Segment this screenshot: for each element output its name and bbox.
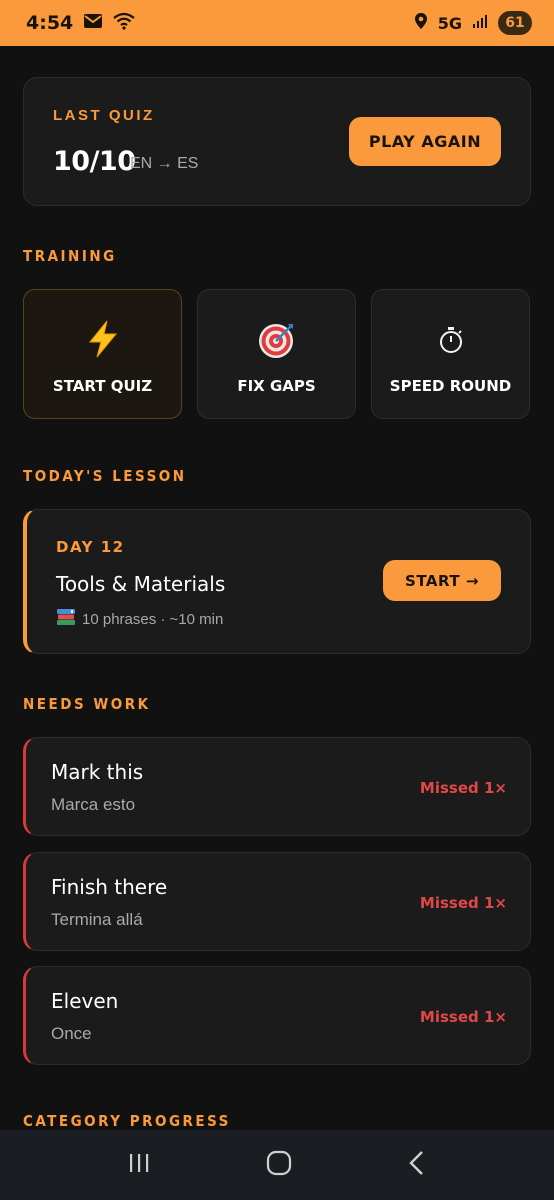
last-quiz-score: 10/10 xyxy=(53,146,136,177)
lesson-meta: 10 phrases · ~10 min xyxy=(56,608,223,630)
lesson-section-title: TODAY'S LESSON xyxy=(23,467,187,485)
books-icon xyxy=(56,608,76,630)
needs-work-item[interactable]: Finish there Termina allá Missed 1× xyxy=(23,852,531,951)
last-quiz-card: LAST QUIZ 10/10 EN → ES PLAY AGAIN xyxy=(23,77,531,206)
category-progress-section-title: CATEGORY PROGRESS xyxy=(23,1112,231,1130)
lesson-title: Tools & Materials xyxy=(56,572,226,596)
training-section-title: TRAINING xyxy=(23,247,117,265)
wifi-icon xyxy=(113,12,135,35)
lesson-day: DAY 12 xyxy=(56,538,125,556)
last-quiz-label: LAST QUIZ xyxy=(53,107,155,124)
speed-round-tile[interactable]: SPEED ROUND xyxy=(371,289,530,419)
back-icon[interactable] xyxy=(407,1150,427,1181)
last-quiz-languages: EN → ES xyxy=(130,155,199,172)
status-time: 4:54 xyxy=(26,12,74,34)
home-icon[interactable] xyxy=(266,1150,292,1181)
needs-work-phrase: Eleven xyxy=(51,989,119,1013)
signal-icon xyxy=(472,13,488,34)
lesson-meta-text: 10 phrases · ~10 min xyxy=(82,610,224,628)
missed-count-badge: Missed 1× xyxy=(419,779,507,797)
target-icon xyxy=(198,320,355,360)
needs-work-phrase: Mark this xyxy=(51,760,144,784)
needs-work-translation: Once xyxy=(51,1024,92,1043)
location-icon xyxy=(414,12,428,35)
fix-gaps-tile[interactable]: FIX GAPS xyxy=(197,289,356,419)
needs-work-phrase: Finish there xyxy=(51,875,168,899)
lightning-icon xyxy=(24,320,181,358)
needs-work-item[interactable]: Mark this Marca esto Missed 1× xyxy=(23,737,531,836)
stopwatch-icon xyxy=(372,326,529,354)
start-lesson-button[interactable]: START → xyxy=(383,560,501,601)
play-again-button[interactable]: PLAY AGAIN xyxy=(349,117,501,166)
status-bar: 4:54 5G 61 xyxy=(0,0,554,46)
recent-apps-icon[interactable] xyxy=(127,1151,151,1180)
missed-count-badge: Missed 1× xyxy=(419,1008,507,1026)
needs-work-translation: Marca esto xyxy=(51,795,136,814)
needs-work-item[interactable]: Eleven Once Missed 1× xyxy=(23,966,531,1065)
mail-icon xyxy=(83,13,103,34)
network-type: 5G xyxy=(437,13,462,33)
missed-count-badge: Missed 1× xyxy=(419,894,507,912)
needs-work-translation: Termina allá xyxy=(51,910,143,929)
main-scroll-content[interactable]: LAST QUIZ 10/10 EN → ES PLAY AGAIN TRAIN… xyxy=(0,46,554,1130)
start-quiz-tile[interactable]: START QUIZ xyxy=(23,289,182,419)
battery-indicator: 61 xyxy=(498,11,532,35)
needs-work-section-title: NEEDS WORK xyxy=(23,695,151,713)
system-navigation-bar xyxy=(0,1130,554,1200)
lesson-card[interactable]: DAY 12 Tools & Materials 10 phrases · ~1… xyxy=(23,509,531,654)
start-quiz-label: START QUIZ xyxy=(52,377,153,395)
speed-round-label: SPEED ROUND xyxy=(389,377,512,395)
fix-gaps-label: FIX GAPS xyxy=(237,377,316,395)
